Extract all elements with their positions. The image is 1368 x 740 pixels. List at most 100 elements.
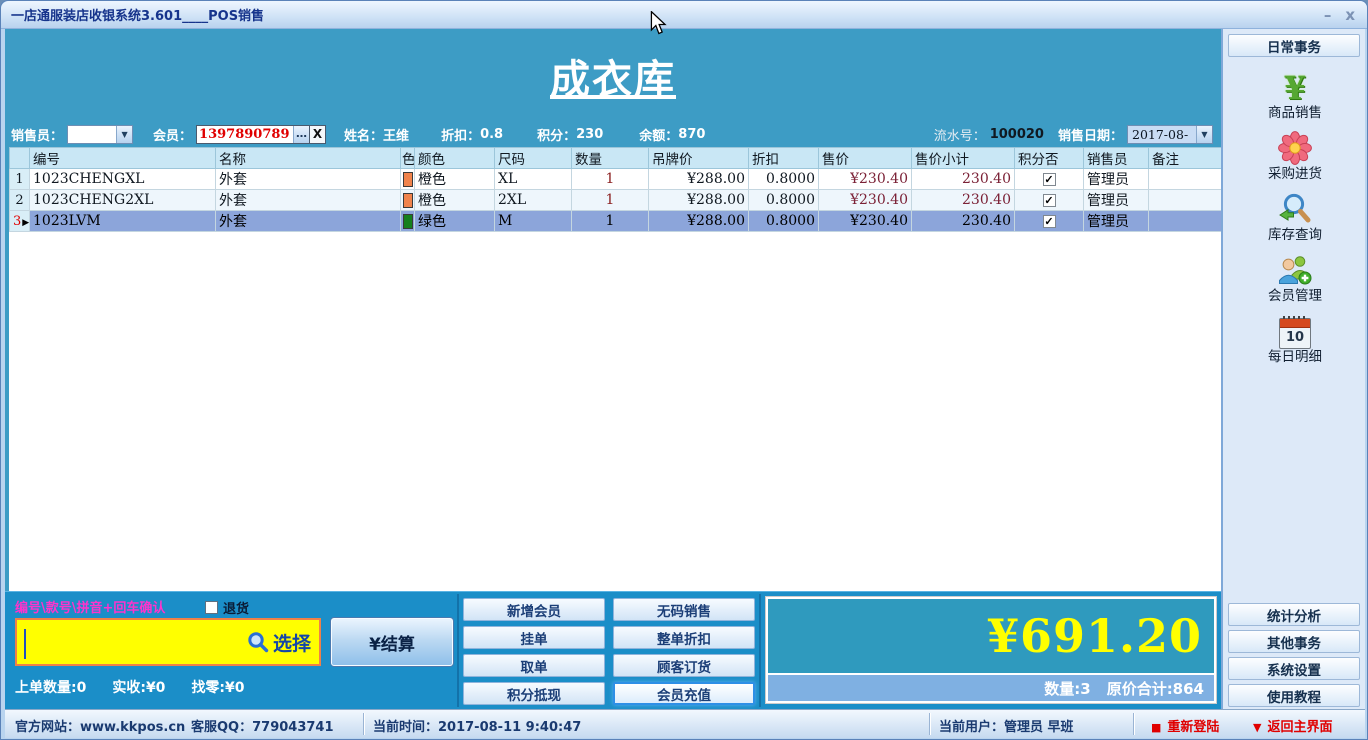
item-name[interactable]: 外套 <box>216 169 401 190</box>
title-bar[interactable]: 一店通服装店收银系统3.601____POS销售 – x <box>1 1 1368 29</box>
item-price[interactable]: ¥230.40 <box>819 169 912 190</box>
sidebar-item-goods-sale[interactable]: ¥ 商品销售 <box>1268 61 1322 122</box>
item-size[interactable]: 2XL <box>495 190 572 211</box>
select-item-button[interactable]: 选择 <box>247 629 311 656</box>
chevron-down-icon[interactable]: ▼ <box>1196 126 1212 143</box>
official-website: 官方网站：www.kkpos.cn <box>15 716 185 735</box>
col-header-swatch[interactable]: 色 <box>401 148 415 169</box>
col-header-subtotal[interactable]: 售价小计 <box>912 148 1015 169</box>
item-tag-price[interactable]: ¥288.00 <box>649 190 749 211</box>
customer-order-button[interactable]: 顾客订货 <box>613 654 755 677</box>
sidebar-item-member-management[interactable]: 会员管理 <box>1268 244 1322 305</box>
member-lookup-button[interactable]: … <box>293 126 309 143</box>
col-header-discount[interactable]: 折扣 <box>749 148 819 169</box>
item-tag-price[interactable]: ¥288.00 <box>649 211 749 232</box>
item-note[interactable] <box>1149 190 1222 211</box>
col-header-name[interactable]: 名称 <box>216 148 401 169</box>
item-qty[interactable]: 1 <box>572 211 649 232</box>
sidebar-item-stock-query[interactable]: 库存查询 <box>1268 183 1322 244</box>
checkout-button[interactable]: ¥结算 <box>331 618 453 666</box>
item-subtotal[interactable]: 230.40 <box>912 190 1015 211</box>
salesperson-select[interactable]: ▼ <box>67 125 133 144</box>
item-code[interactable]: 1023CHENGXL <box>30 169 216 190</box>
table-row[interactable]: 1 1023CHENGXL 外套 橙色 XL 1 ¥288.00 0.8000 … <box>10 169 1222 190</box>
member-number-value[interactable]: 1397890789 <box>197 126 293 143</box>
col-header-qty[interactable]: 数量 <box>572 148 649 169</box>
item-note[interactable] <box>1149 169 1222 190</box>
use-points-checkbox[interactable]: ✓ <box>1043 173 1056 186</box>
sale-date-value[interactable]: 2017-08-11 <box>1128 126 1196 143</box>
item-color[interactable]: 橙色 <box>415 190 495 211</box>
item-price[interactable]: ¥230.40 <box>819 211 912 232</box>
back-to-main-button[interactable]: ▼返回主界面 <box>1253 716 1332 735</box>
discount-label: 折扣： <box>441 125 480 144</box>
tutorial-button[interactable]: 使用教程 <box>1228 684 1360 707</box>
add-member-button[interactable]: 新增会员 <box>463 598 605 621</box>
item-qty[interactable]: 1 <box>572 169 649 190</box>
whole-order-discount-button[interactable]: 整单折扣 <box>613 626 755 649</box>
col-header-note[interactable]: 备注 <box>1149 148 1222 169</box>
item-subtotal[interactable]: 230.40 <box>912 169 1015 190</box>
color-swatch <box>403 214 413 229</box>
member-number-field[interactable]: 1397890789 … X <box>196 125 326 144</box>
return-goods-checkbox[interactable]: 退货 <box>205 598 249 617</box>
col-header-color[interactable]: 颜色 <box>415 148 495 169</box>
item-name[interactable]: 外套 <box>216 190 401 211</box>
col-header-use-points[interactable]: 积分否 <box>1015 148 1084 169</box>
item-qty[interactable]: 1 <box>572 190 649 211</box>
hold-order-button[interactable]: 挂单 <box>463 626 605 649</box>
item-seller[interactable]: 管理员 <box>1084 211 1149 232</box>
col-header-price[interactable]: 售价 <box>819 148 912 169</box>
item-price[interactable]: ¥230.40 <box>819 190 912 211</box>
checkbox-icon[interactable] <box>205 601 218 614</box>
yen-icon: ¥ <box>1284 71 1306 105</box>
item-size[interactable]: M <box>495 211 572 232</box>
chevron-down-icon[interactable]: ▼ <box>116 126 132 143</box>
statistics-button[interactable]: 统计分析 <box>1228 603 1360 626</box>
points-redeem-button[interactable]: 积分抵现 <box>463 682 605 705</box>
col-header-size[interactable]: 尺码 <box>495 148 572 169</box>
system-settings-button[interactable]: 系统设置 <box>1228 657 1360 680</box>
no-barcode-sale-button[interactable]: 无码销售 <box>613 598 755 621</box>
item-tag-price[interactable]: ¥288.00 <box>649 169 749 190</box>
item-seller[interactable]: 管理员 <box>1084 169 1149 190</box>
item-color[interactable]: 绿色 <box>415 211 495 232</box>
sidebar-item-purchase[interactable]: 采购进货 <box>1268 122 1322 183</box>
sale-date-select[interactable]: 2017-08-11 ▼ <box>1127 125 1213 144</box>
use-points-checkbox[interactable]: ✓ <box>1043 194 1056 207</box>
col-header-seller[interactable]: 销售员 <box>1084 148 1149 169</box>
item-size[interactable]: XL <box>495 169 572 190</box>
main-content: 成衣库 销售员： ▼ 会员： 1397890789 … X 姓名：王维 折扣：0… <box>5 29 1221 709</box>
member-clear-button[interactable]: X <box>309 126 325 143</box>
col-header-num[interactable] <box>10 148 30 169</box>
col-header-code[interactable]: 编号 <box>30 148 216 169</box>
item-note[interactable] <box>1149 211 1222 232</box>
col-header-tag-price[interactable]: 吊牌价 <box>649 148 749 169</box>
item-subtotal[interactable]: 230.40 <box>912 211 1015 232</box>
last-order-qty: 上单数量:0 <box>15 677 86 697</box>
use-points-checkbox[interactable]: ✓ <box>1043 215 1056 228</box>
color-swatch <box>403 193 413 208</box>
item-discount[interactable]: 0.8000 <box>749 169 819 190</box>
item-discount[interactable]: 0.8000 <box>749 211 819 232</box>
item-seller[interactable]: 管理员 <box>1084 190 1149 211</box>
sidebar-item-daily-detail[interactable]: 10 每日明细 <box>1268 305 1322 366</box>
retrieve-order-button[interactable]: 取单 <box>463 654 605 677</box>
other-affairs-button[interactable]: 其他事务 <box>1228 630 1360 653</box>
status-bar: 官方网站：www.kkpos.cn 客服QQ：779043741 当前时间：20… <box>5 709 1365 738</box>
item-name[interactable]: 外套 <box>216 211 401 232</box>
row-number: 2 <box>15 193 23 208</box>
relogin-button[interactable]: ■重新登陆 <box>1151 716 1219 735</box>
table-row[interactable]: 2 1023CHENG2XL 外套 橙色 2XL 1 ¥288.00 0.800… <box>10 190 1222 211</box>
item-code[interactable]: 1023CHENG2XL <box>30 190 216 211</box>
member-recharge-button[interactable]: 会员充值 <box>613 682 755 705</box>
close-icon[interactable]: x <box>1345 1 1355 29</box>
daily-affairs-button[interactable]: 日常事务 <box>1228 34 1360 57</box>
minimize-icon[interactable]: – <box>1324 1 1332 29</box>
select-item-label: 选择 <box>273 629 311 656</box>
table-row-selected[interactable]: 3▶ 1023LVM 外套 绿色 M 1 ¥288.00 0.8000 ¥230… <box>10 211 1222 232</box>
item-code[interactable]: 1023LVM <box>30 211 216 232</box>
item-discount[interactable]: 0.8000 <box>749 190 819 211</box>
item-color[interactable]: 橙色 <box>415 169 495 190</box>
barcode-input[interactable]: 选择 <box>15 618 321 666</box>
